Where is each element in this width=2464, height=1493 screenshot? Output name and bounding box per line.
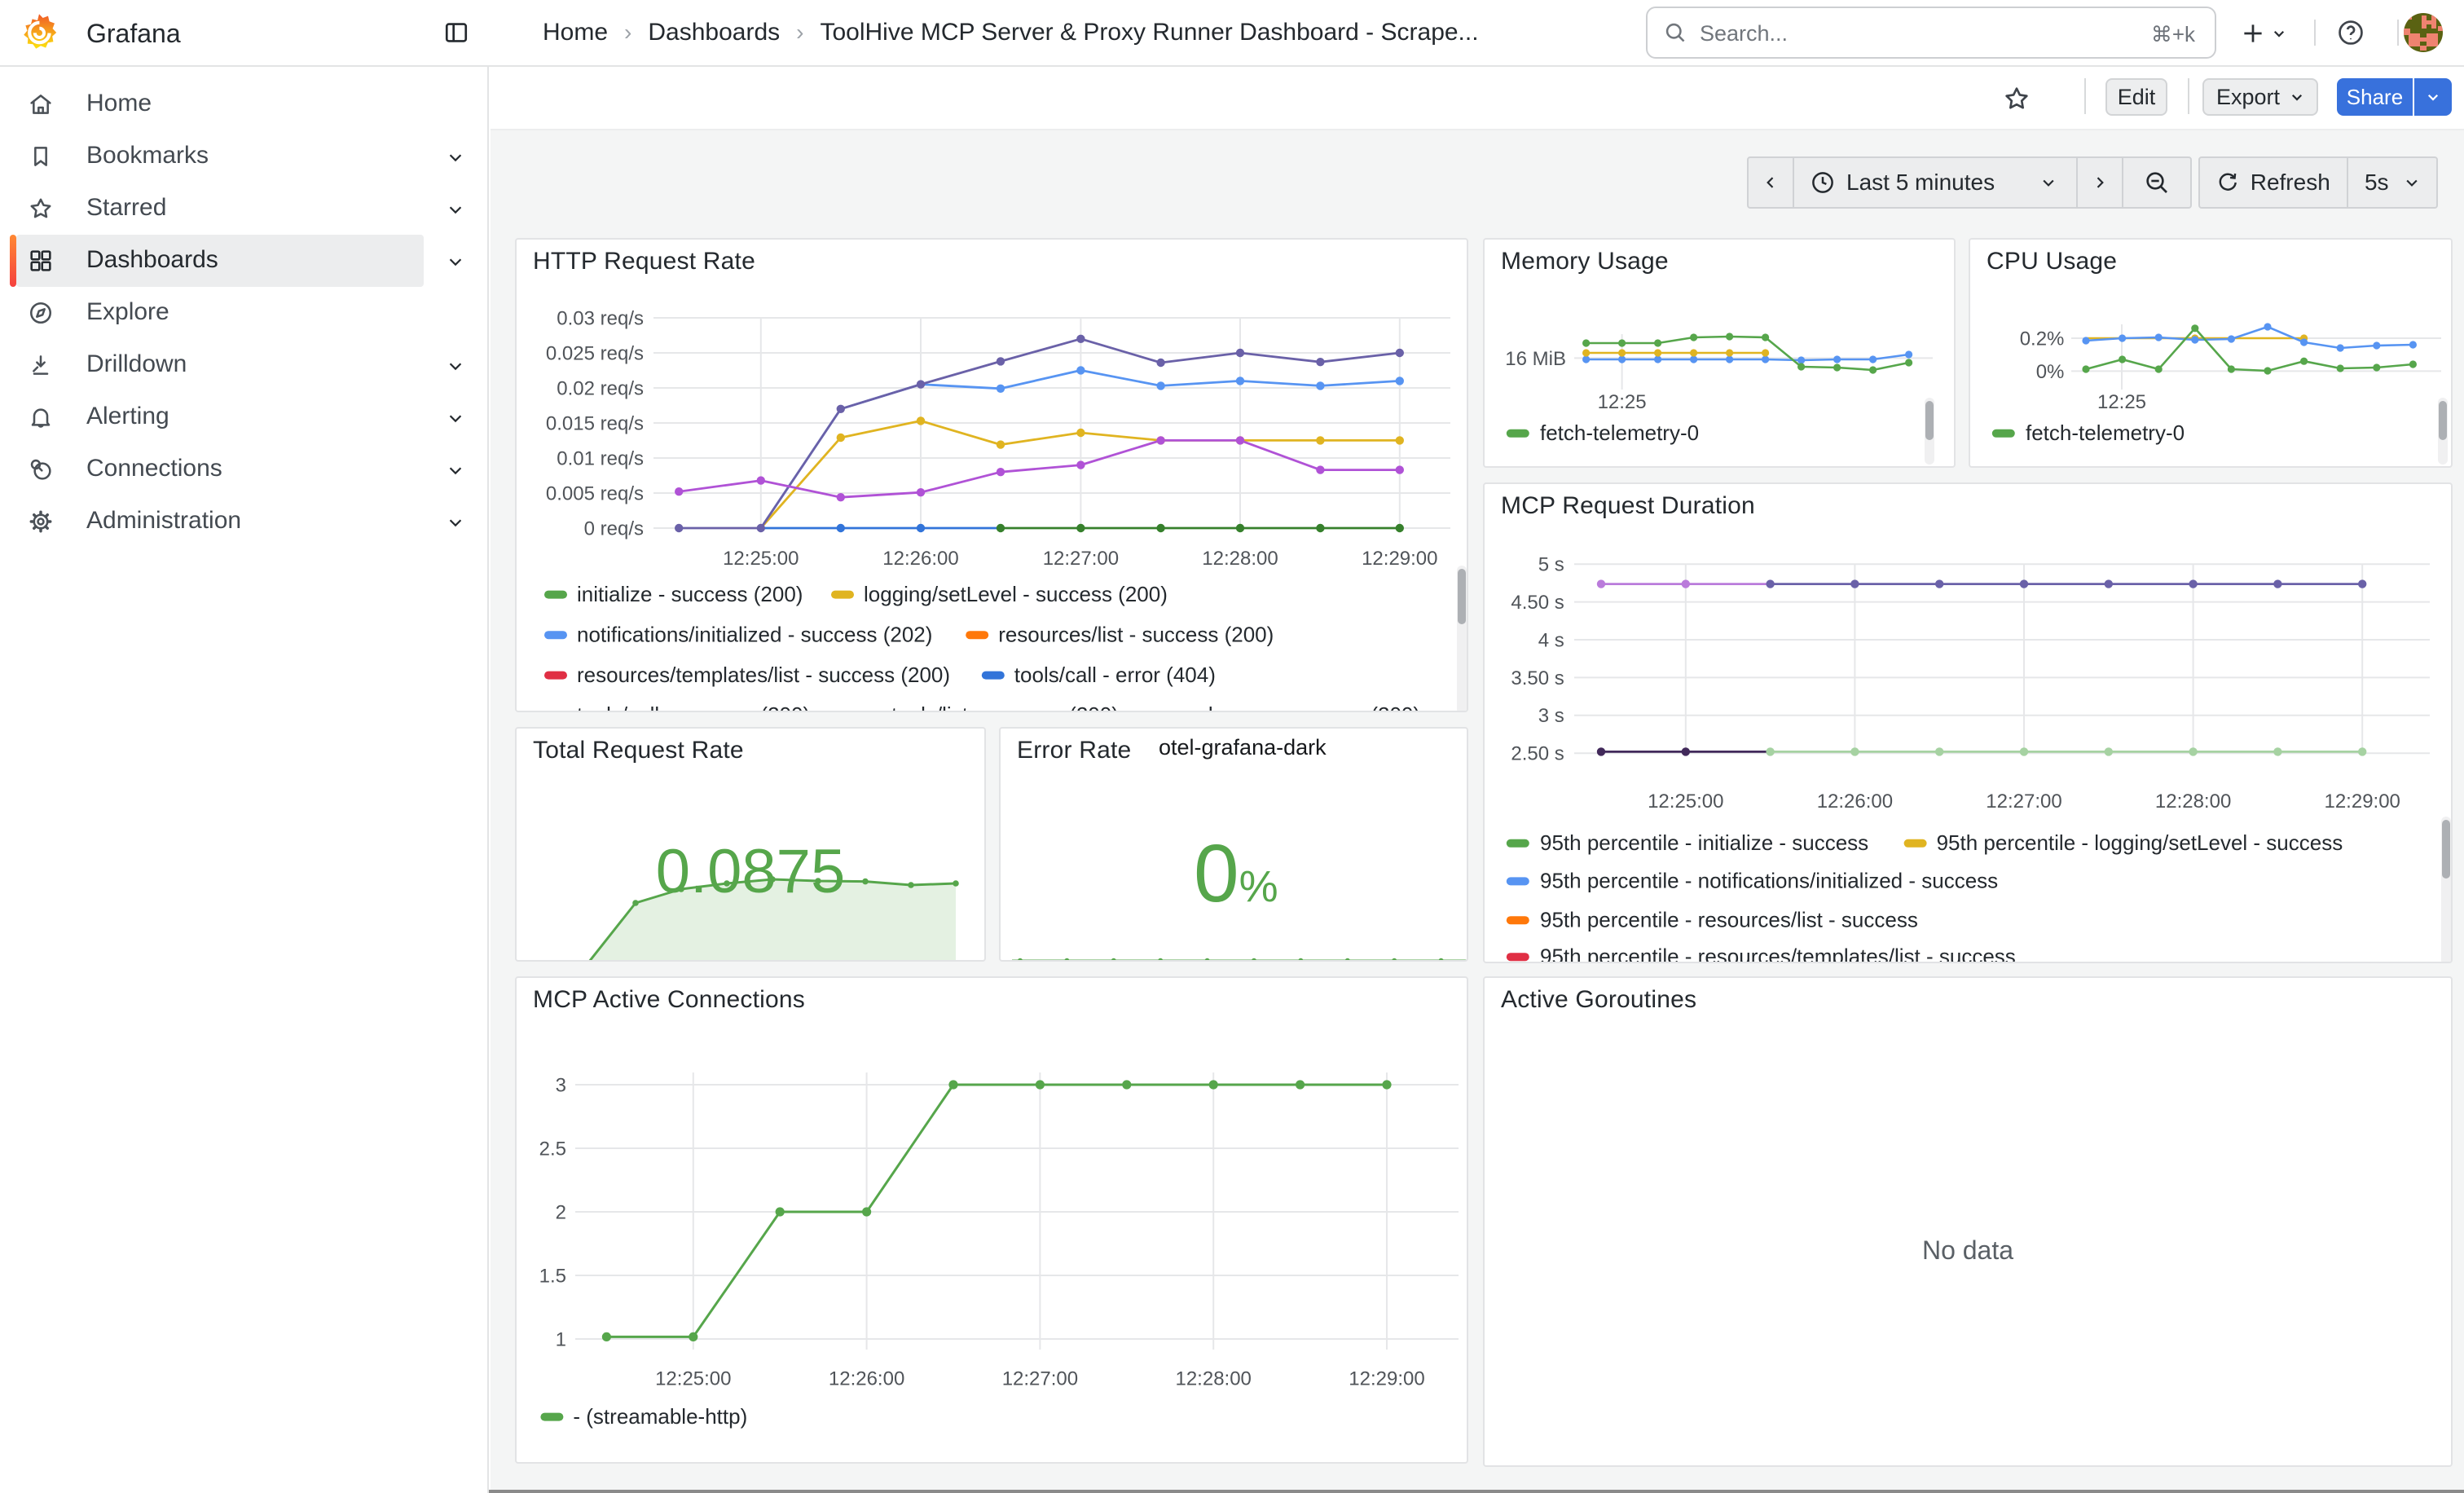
svg-text:12:29:00: 12:29:00 [1362,548,1437,570]
svg-text:12:26:00: 12:26:00 [1817,791,1893,813]
svg-text:notifications/initialized - su: notifications/initialized - success (202… [577,622,932,646]
svg-text:3 s: 3 s [1538,705,1564,727]
svg-text:0 req/s: 0 req/s [584,517,644,540]
svg-text:2.5: 2.5 [539,1138,566,1160]
svg-text:0%: 0% [2036,361,2065,383]
svg-text:unknown - success (200): unknown - success (200) [1185,702,1420,712]
svg-text:95th percentile - initialize -: 95th percentile - initialize - success [1540,830,1868,855]
svg-text:0.2%: 0.2% [2020,328,2065,350]
svg-text:12:25: 12:25 [2097,391,2146,413]
svg-text:fetch-telemetry-0: fetch-telemetry-0 [2026,421,2185,445]
svg-text:fetch-telemetry-0: fetch-telemetry-0 [1540,421,1699,445]
svg-text:3.50 s: 3.50 s [1511,667,1564,689]
svg-text:12:27:00: 12:27:00 [1043,548,1119,570]
svg-text:12:25:00: 12:25:00 [1648,791,1723,813]
svg-text:resources/list - success (200): resources/list - success (200) [998,622,1274,646]
svg-text:16 MiB: 16 MiB [1505,348,1566,370]
svg-text:95th percentile - notification: 95th percentile - notifications/initiali… [1540,869,1998,893]
svg-text:- (streamable-http): - (streamable-http) [573,1404,747,1429]
svg-text:3: 3 [556,1074,566,1096]
svg-text:0.01 req/s: 0.01 req/s [557,447,644,469]
svg-text:2: 2 [556,1201,566,1223]
svg-text:12:25:00: 12:25:00 [655,1367,731,1390]
svg-text:12:28:00: 12:28:00 [1175,1367,1251,1390]
svg-text:4.50 s: 4.50 s [1511,592,1564,614]
svg-text:0.03 req/s: 0.03 req/s [557,307,644,329]
svg-text:12:25:00: 12:25:00 [723,548,799,570]
svg-text:95th percentile - resources/te: 95th percentile - resources/templates/li… [1540,944,2016,963]
svg-text:2.50 s: 2.50 s [1511,743,1564,765]
svg-text:5 s: 5 s [1538,554,1564,576]
svg-text:12:25: 12:25 [1598,391,1647,413]
svg-text:1: 1 [556,1328,566,1350]
svg-text:logging/setLevel - success (20: logging/setLevel - success (200) [864,582,1168,606]
svg-text:95th percentile - logging/setL: 95th percentile - logging/setLevel - suc… [1937,830,2343,855]
svg-text:resources/templates/list - suc: resources/templates/list - success (200) [577,663,950,687]
svg-text:12:29:00: 12:29:00 [2324,791,2400,813]
svg-text:tools/list - success (200): tools/list - success (200) [891,702,1119,712]
svg-text:12:26:00: 12:26:00 [882,548,958,570]
svg-text:initialize - success (200): initialize - success (200) [577,582,803,606]
svg-text:0.005 req/s: 0.005 req/s [546,482,644,504]
svg-text:12:26:00: 12:26:00 [829,1367,904,1390]
svg-text:95th percentile - resources/li: 95th percentile - resources/list - succe… [1540,907,1918,931]
svg-text:4 s: 4 s [1538,629,1564,651]
svg-text:tools/call - error (404): tools/call - error (404) [1014,663,1216,687]
svg-text:1.5: 1.5 [539,1265,566,1287]
svg-text:0.02 req/s: 0.02 req/s [557,377,644,399]
svg-text:12:27:00: 12:27:00 [1002,1367,1078,1390]
svg-text:12:28:00: 12:28:00 [2155,791,2231,813]
svg-text:tools/call - success (200): tools/call - success (200) [577,702,810,712]
svg-text:0.015 req/s: 0.015 req/s [546,412,644,434]
svg-text:12:28:00: 12:28:00 [1202,548,1278,570]
svg-text:12:27:00: 12:27:00 [1986,791,2061,813]
svg-text:12:29:00: 12:29:00 [1349,1367,1424,1390]
svg-text:0.025 req/s: 0.025 req/s [546,342,644,364]
